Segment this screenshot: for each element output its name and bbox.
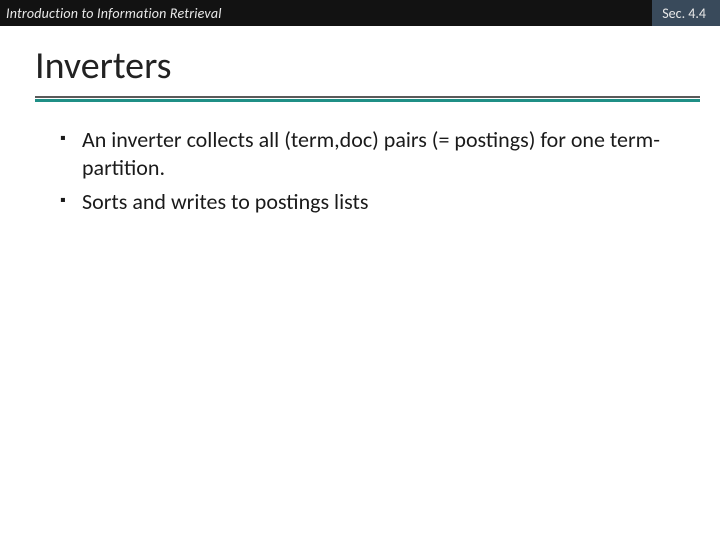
bullet-icon: ▪ (60, 129, 82, 182)
body-text: ▪ An inverter collects all (term,doc) pa… (0, 102, 720, 216)
list-item: ▪ An inverter collects all (term,doc) pa… (60, 126, 680, 182)
bullet-text: Sorts and writes to postings lists (82, 188, 680, 216)
bullet-text: An inverter collects all (term,doc) pair… (82, 126, 680, 182)
slide: Introduction to Information Retrieval Se… (0, 0, 720, 540)
bullet-icon: ▪ (60, 191, 82, 216)
list-item: ▪ Sorts and writes to postings lists (60, 188, 680, 216)
slide-title: Inverters (35, 46, 700, 88)
top-bar: Introduction to Information Retrieval Se… (0, 0, 720, 26)
course-title: Introduction to Information Retrieval (0, 5, 222, 22)
section-label: Sec. 4.4 (652, 0, 720, 26)
title-block: Inverters (0, 26, 720, 102)
divider-dark (35, 96, 700, 98)
